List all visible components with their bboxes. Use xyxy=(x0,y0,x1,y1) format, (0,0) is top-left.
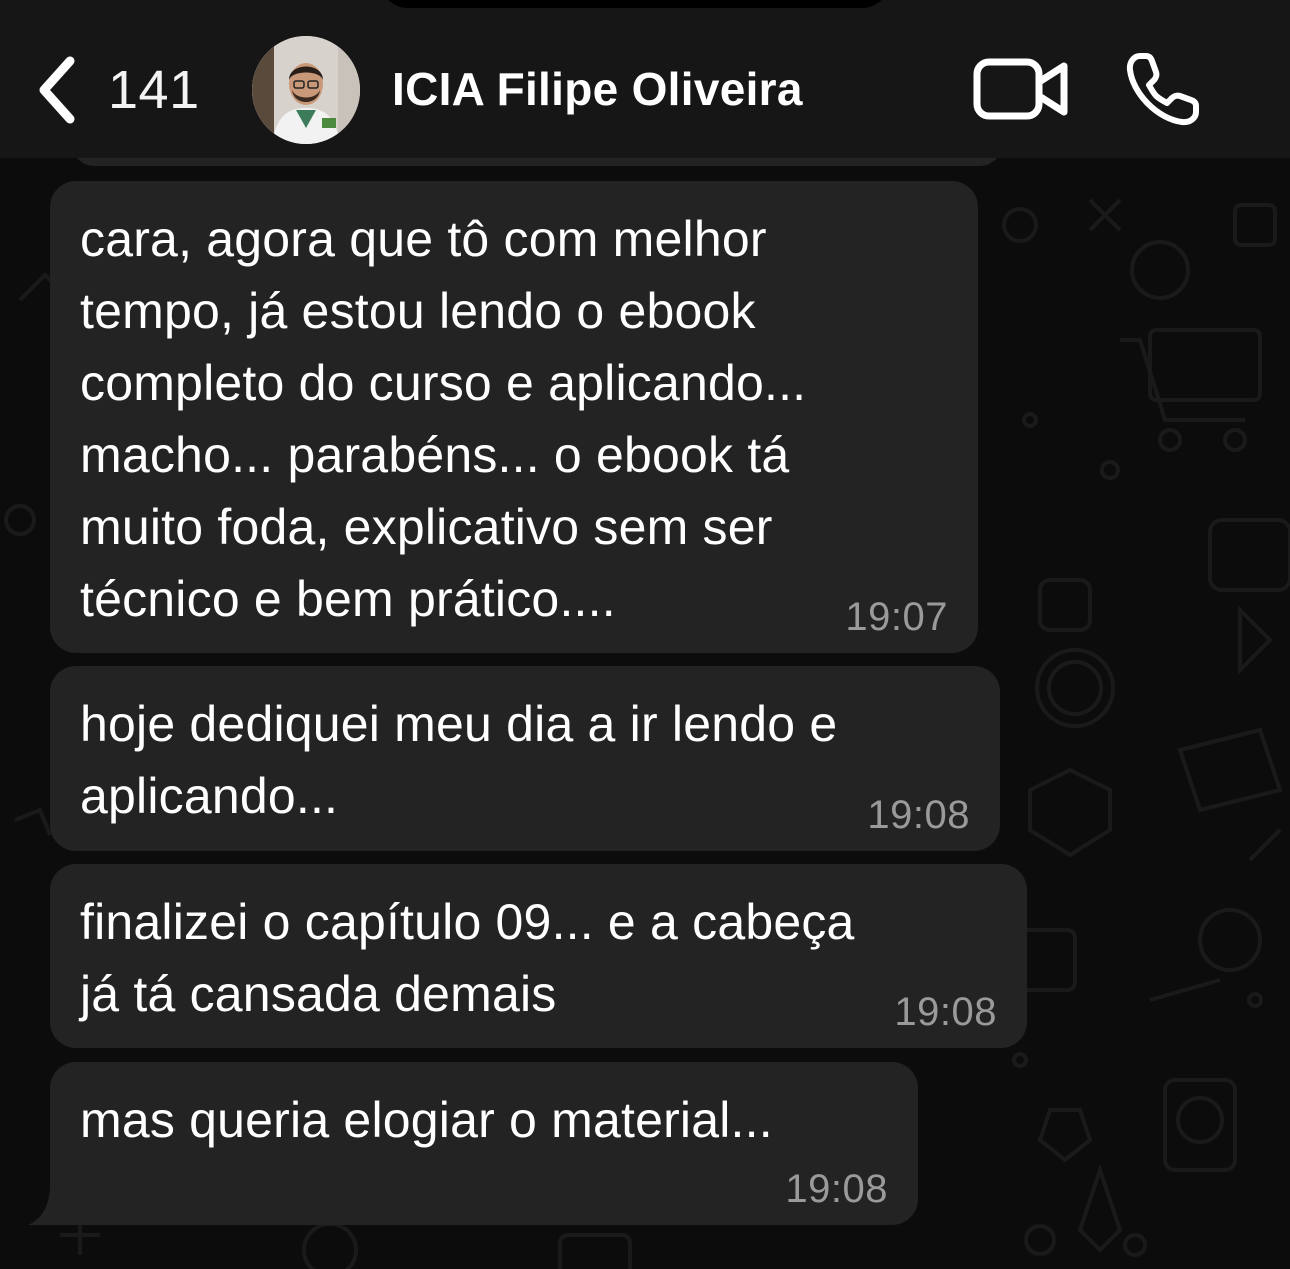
chevron-left-icon xyxy=(36,55,78,125)
unread-count: 141 xyxy=(108,60,200,120)
contact-avatar[interactable] xyxy=(252,36,360,144)
phone-icon xyxy=(1124,53,1202,132)
message-text: finalizei o capítulo 09... e a cabeça já… xyxy=(80,894,855,1022)
bubble-tail xyxy=(28,1185,72,1225)
message-bubble[interactable]: finalizei o capítulo 09... e a cabeça já… xyxy=(50,864,1027,1048)
voice-call-button[interactable] xyxy=(1124,50,1202,133)
message-timestamp: 19:07 xyxy=(845,595,948,639)
message-text: mas queria elogiar o material... xyxy=(80,1092,773,1148)
message-bubble[interactable]: cara, agora que tô com melhor tempo, já … xyxy=(50,181,978,653)
chat-header: 141 ICIA Filipe Oliveira xyxy=(0,0,1290,158)
message-timestamp: 19:08 xyxy=(894,990,997,1034)
message-text: hoje dediquei meu dia a ir lendo e aplic… xyxy=(80,696,838,824)
message-bubble[interactable]: mas queria elogiar o material... 19:08 xyxy=(50,1062,918,1225)
message-text: cara, agora que tô com melhor tempo, já … xyxy=(80,211,807,627)
video-call-button[interactable] xyxy=(972,56,1070,127)
chat-screen: 141 ICIA Filipe Oliveira cara, agora que… xyxy=(0,0,1290,1269)
message-timestamp: 19:08 xyxy=(785,1167,888,1211)
message-timestamp: 19:08 xyxy=(867,793,970,837)
device-notch xyxy=(380,0,890,8)
video-camera-icon xyxy=(972,58,1070,126)
contact-name[interactable]: ICIA Filipe Oliveira xyxy=(392,62,803,116)
message-bubble[interactable]: hoje dediquei meu dia a ir lendo e aplic… xyxy=(50,666,1000,851)
back-button[interactable]: 141 xyxy=(36,50,200,130)
avatar-image xyxy=(252,36,360,144)
